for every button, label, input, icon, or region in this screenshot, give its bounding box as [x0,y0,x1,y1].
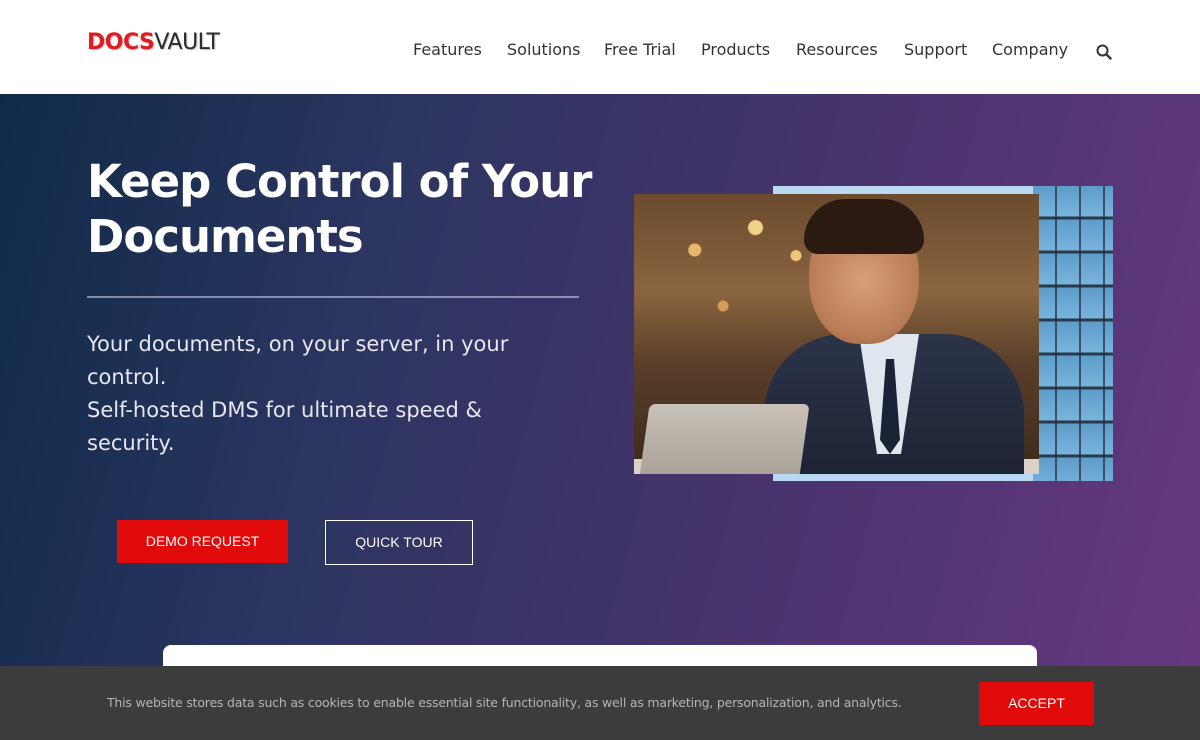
docsvault-logo[interactable]: DOCSVAULT [87,30,220,56]
logo-vault: VAULT [154,30,220,55]
cookie-consent-bar: This website stores data such as cookies… [0,666,1200,740]
quick-tour-button[interactable]: QUICK TOUR [325,520,473,565]
hero-section: Keep Control of Your Documents Your docu… [0,94,1200,666]
cookie-consent-text: This website stores data such as cookies… [107,695,902,710]
hero-divider [87,296,579,298]
nav-item-features[interactable]: Features [413,40,482,59]
nav-item-company[interactable]: Company [992,40,1068,59]
demo-request-button[interactable]: DEMO REQUEST [117,520,288,563]
building-graphic [1033,186,1113,481]
nav-item-solutions[interactable]: Solutions [507,40,581,59]
hero-subtitle-line2: Self-hosted DMS for ultimate speed & sec… [87,398,482,455]
nav-item-products[interactable]: Products [701,40,770,59]
site-header: DOCSVAULT Features Solutions Free Trial … [0,0,1200,94]
photo-laptop [638,404,810,474]
search-icon[interactable] [1096,44,1112,60]
hero-subtitle: Your documents, on your server, in your … [87,328,567,460]
accept-cookies-button[interactable]: ACCEPT [979,682,1094,725]
nav-item-support[interactable]: Support [904,40,967,59]
logo-docs: DOCS [87,30,155,55]
nav-item-resources[interactable]: Resources [796,40,878,59]
hero-photo-businessman [634,194,1039,474]
hero-subtitle-line1: Your documents, on your server, in your … [87,332,509,389]
nav-item-free-trial[interactable]: Free Trial [604,40,676,59]
photo-person-hair [804,199,924,254]
content-card-top [163,645,1037,666]
hero-title: Keep Control of Your Documents [87,155,592,263]
